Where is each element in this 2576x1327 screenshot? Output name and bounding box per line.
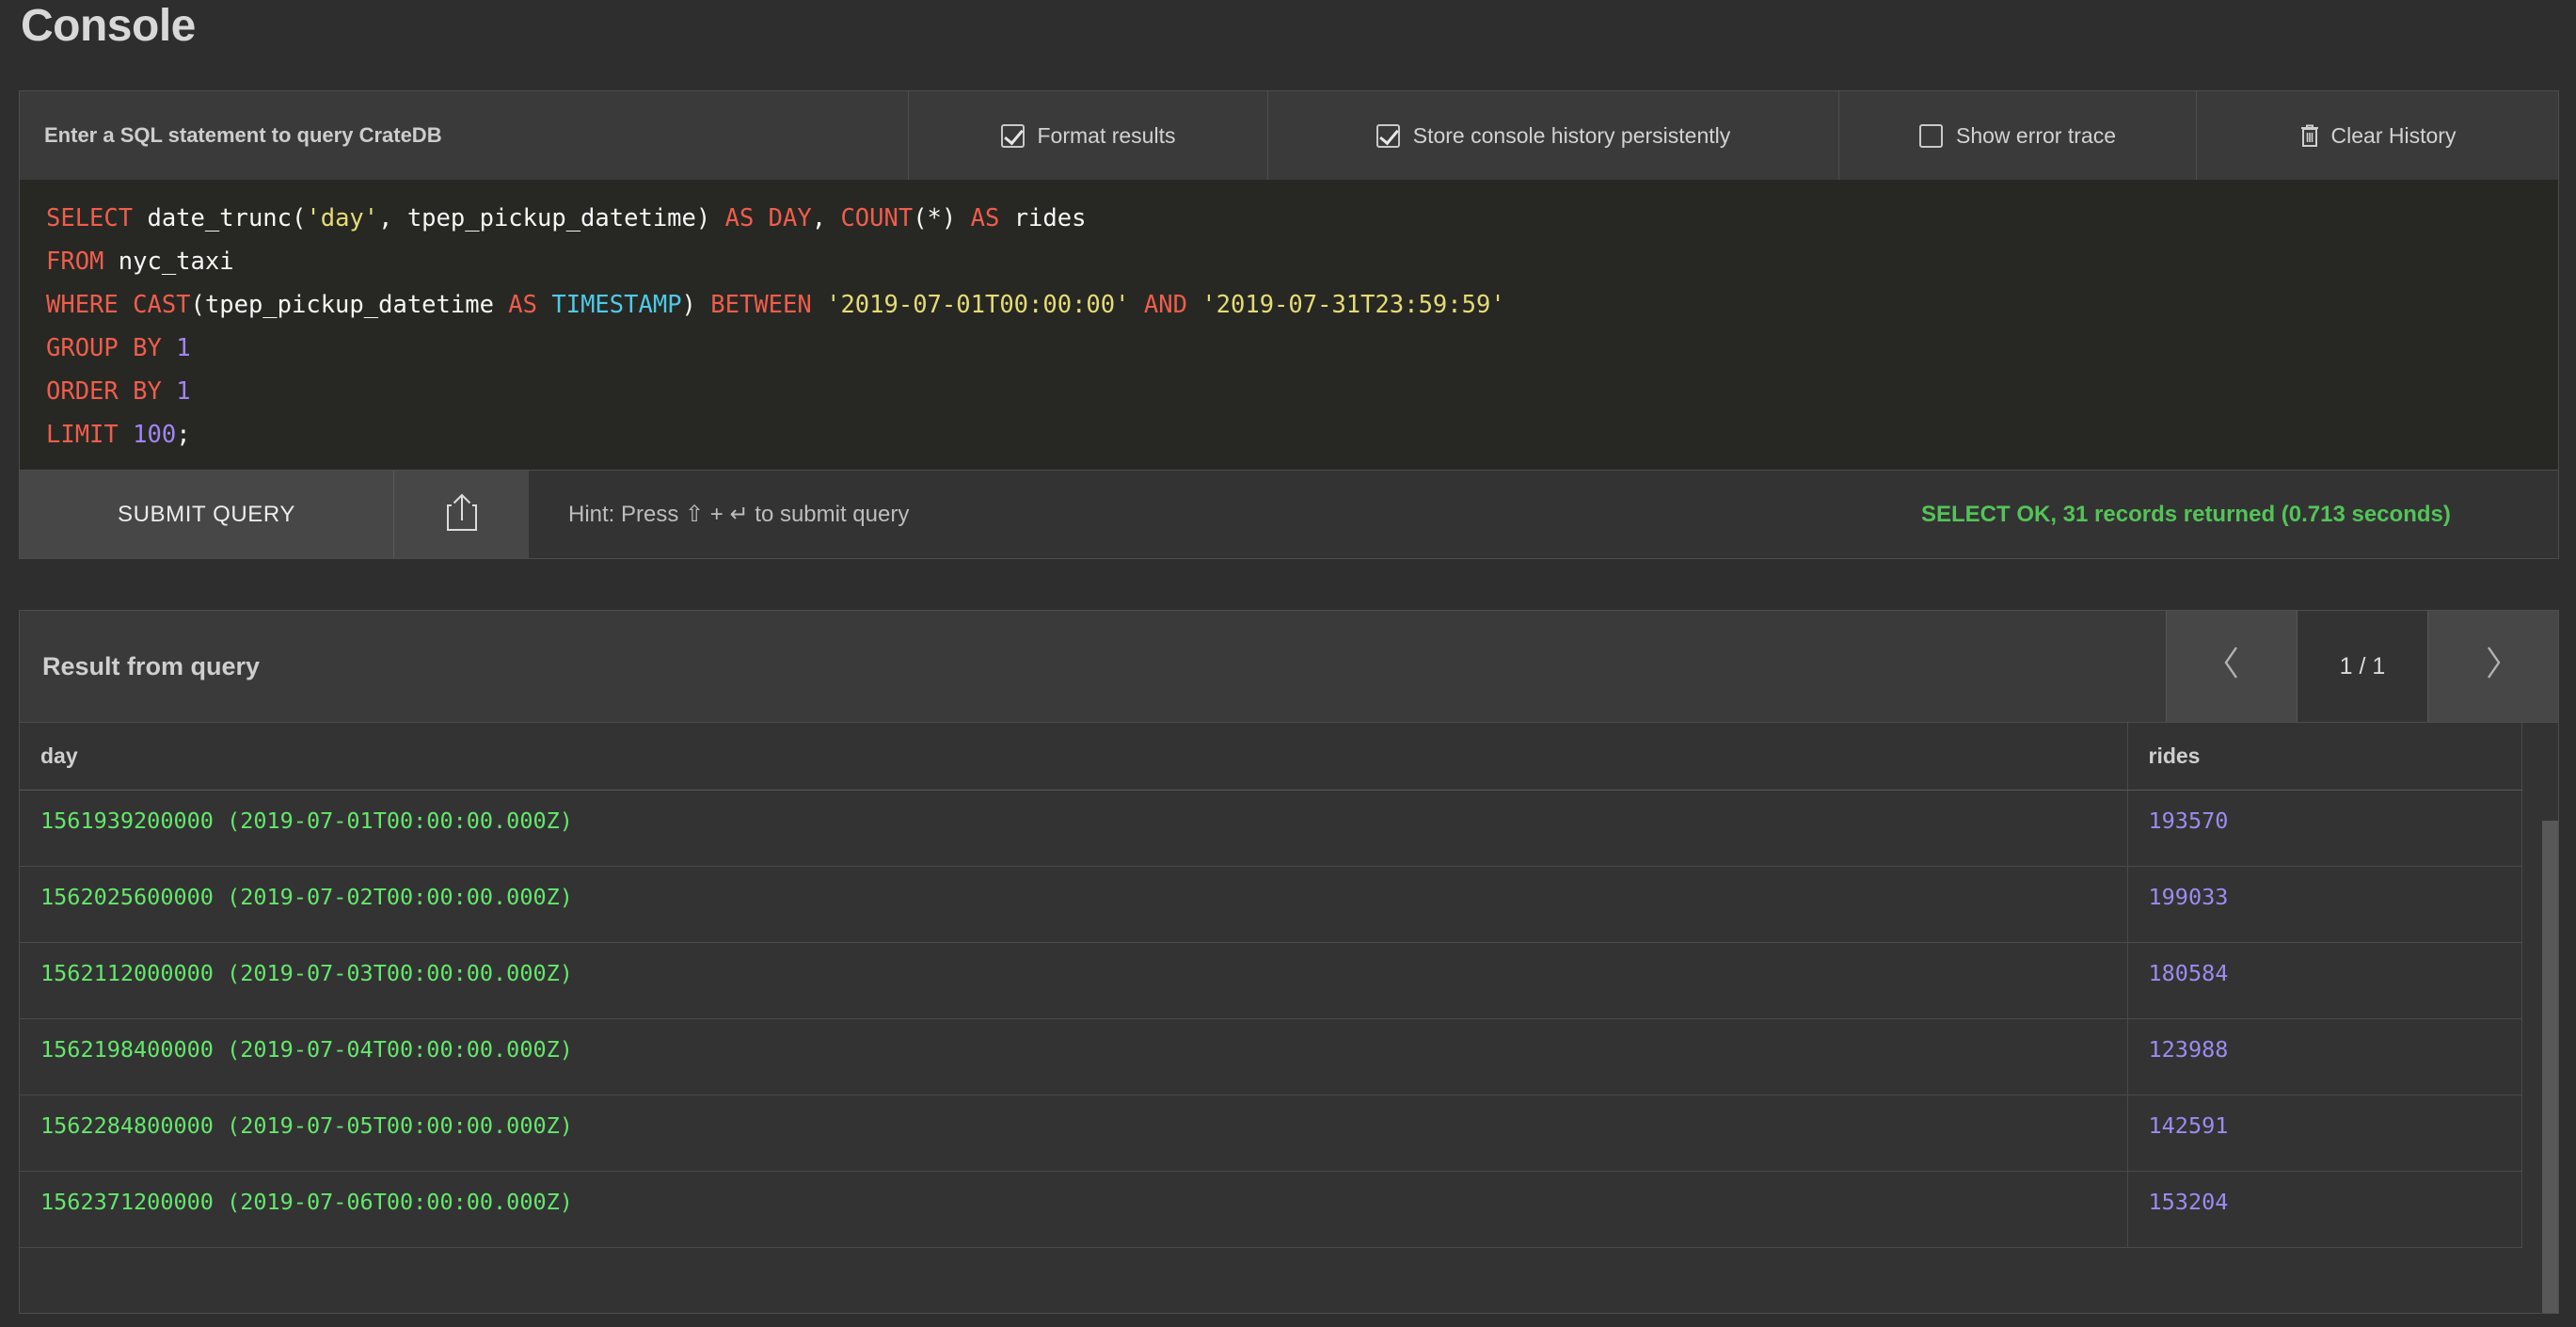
- console-prompt-label: Enter a SQL statement to query CrateDB: [44, 123, 442, 147]
- pagination-indicator: 1 / 1: [2297, 611, 2427, 722]
- results-title: Result from query: [42, 651, 261, 680]
- table-row: 1562198400000 (2019-07-04T00:00:00.000Z)…: [20, 1018, 2522, 1095]
- sql-token: '2019-07-31T23:59:59': [1201, 291, 1505, 319]
- results-header: Result from query 1 / 1: [20, 611, 2558, 723]
- sql-token: rides: [999, 204, 1087, 232]
- option-show-error-trace[interactable]: Show error trace: [1838, 91, 2196, 180]
- option-store-history[interactable]: Store console history persistently: [1267, 91, 1838, 180]
- sql-token: GROUP BY: [46, 334, 162, 362]
- share-query-button[interactable]: [394, 471, 529, 558]
- checkbox-store-history[interactable]: [1375, 123, 1400, 148]
- console-page: Console Enter a SQL statement to query C…: [0, 0, 2576, 1327]
- sql-line: ORDER BY 1: [46, 370, 2558, 413]
- sql-token: ,: [811, 204, 841, 232]
- table-row: 1562284800000 (2019-07-05T00:00:00.000Z)…: [20, 1095, 2522, 1172]
- sql-token: nyc_taxi: [103, 248, 234, 276]
- sql-line: LIMIT 100;: [46, 413, 2558, 456]
- share-upload-icon: [446, 492, 478, 536]
- sql-token: ORDER BY: [46, 377, 162, 406]
- option-show-error-trace-label: Show error trace: [1955, 122, 2116, 148]
- sql-token: AS: [970, 204, 1000, 232]
- sql-token: 1: [176, 377, 191, 406]
- submit-bar: SUBMIT QUERY Hint: Press ⇧ + ↵ to submit…: [20, 470, 2558, 558]
- clear-history-button[interactable]: Clear History: [2196, 91, 2558, 180]
- sql-token: 'day': [306, 204, 379, 232]
- sql-token: TIMESTAMP: [551, 291, 682, 319]
- cell-rides: 153204: [2127, 1171, 2522, 1248]
- cell-day: 1562198400000 (2019-07-04T00:00:00.000Z): [20, 1018, 2128, 1095]
- sql-token: AS: [508, 291, 538, 319]
- cell-rides: 199033: [2127, 866, 2522, 943]
- table-row: 1562025600000 (2019-07-02T00:00:00.000Z)…: [20, 866, 2522, 943]
- sql-token: AND: [1143, 291, 1187, 319]
- checkbox-show-error-trace[interactable]: [1918, 123, 1943, 148]
- cell-rides: 123988: [2127, 1018, 2522, 1095]
- cell-day: 1561939200000 (2019-07-01T00:00:00.000Z): [20, 790, 2128, 867]
- sql-token: AS DAY: [724, 204, 812, 232]
- column-header-day[interactable]: day: [20, 723, 2128, 791]
- cell-rides: 180584: [2127, 942, 2522, 1019]
- cell-rides: 193570: [2127, 790, 2522, 867]
- pagination-next-button[interactable]: [2427, 611, 2558, 722]
- clear-history-label: Clear History: [2330, 122, 2457, 148]
- submit-query-button[interactable]: SUBMIT QUERY: [20, 471, 394, 558]
- sql-console-panel: Enter a SQL statement to query CrateDB F…: [19, 90, 2559, 559]
- cell-day: 1562284800000 (2019-07-05T00:00:00.000Z): [20, 1095, 2128, 1172]
- sql-line: FROM nyc_taxi: [46, 240, 2558, 283]
- sql-token: (*): [913, 204, 971, 232]
- sql-line: SELECT date_trunc('day', tpep_pickup_dat…: [46, 197, 2558, 240]
- sql-token: ;: [176, 421, 191, 449]
- option-format-results-label: Format results: [1037, 122, 1176, 148]
- pagination-prev-button[interactable]: [2166, 611, 2297, 722]
- table-row: 1561939200000 (2019-07-01T00:00:00.000Z)…: [20, 790, 2522, 867]
- sql-line: GROUP BY 1: [46, 327, 2558, 370]
- cell-rides: 142591: [2127, 1095, 2522, 1172]
- chevron-right-icon: [2481, 642, 2505, 692]
- sql-token: LIMIT: [46, 421, 119, 449]
- sql-token: 100: [133, 421, 177, 449]
- table-row: 1562371200000 (2019-07-06T00:00:00.000Z)…: [20, 1171, 2522, 1248]
- checkbox-format-results[interactable]: [1000, 123, 1025, 148]
- table-header-row: day rides: [20, 723, 2522, 791]
- submit-hint-area: Hint: Press ⇧ + ↵ to submit query SELECT…: [529, 471, 2558, 558]
- query-status-message: SELECT OK, 31 records returned (0.713 se…: [1921, 501, 2451, 527]
- option-format-results[interactable]: Format results: [908, 91, 1267, 180]
- sql-token: , tpep_pickup_datetime): [378, 204, 725, 232]
- cell-day: 1562371200000 (2019-07-06T00:00:00.000Z): [20, 1171, 2128, 1248]
- sql-token: ): [681, 291, 711, 319]
- sql-editor[interactable]: SELECT date_trunc('day', tpep_pickup_dat…: [20, 180, 2558, 470]
- column-header-rides[interactable]: rides: [2127, 723, 2522, 791]
- console-toolbar: Enter a SQL statement to query CrateDB F…: [20, 91, 2558, 180]
- chevron-left-icon: [2219, 642, 2244, 692]
- cell-day: 1562025600000 (2019-07-02T00:00:00.000Z): [20, 866, 2128, 943]
- option-store-history-label: Store console history persistently: [1412, 122, 1731, 148]
- sql-token: 1: [176, 334, 191, 362]
- sql-token: COUNT: [840, 204, 914, 232]
- sql-token: FROM: [46, 248, 104, 276]
- sql-token: (tpep_pickup_datetime: [190, 291, 509, 319]
- sql-token: BETWEEN: [710, 291, 812, 319]
- table-row: 1562112000000 (2019-07-03T00:00:00.000Z)…: [20, 942, 2522, 1019]
- results-panel: Result from query 1 / 1 day rides 156193…: [19, 610, 2559, 1314]
- sql-token: SELECT: [46, 204, 134, 232]
- results-table: day rides 1561939200000 (2019-07-01T00:0…: [20, 723, 2522, 1248]
- sql-token: date_trunc(: [133, 204, 307, 232]
- cell-day: 1562112000000 (2019-07-03T00:00:00.000Z): [20, 942, 2128, 1019]
- sql-token: WHERE CAST: [46, 291, 191, 319]
- submit-hint-text: Hint: Press ⇧ + ↵ to submit query: [568, 502, 910, 527]
- sql-token: '2019-07-01T00:00:00': [826, 291, 1130, 319]
- page-title: Console: [21, 1, 196, 51]
- trash-icon: [2299, 123, 2320, 148]
- results-table-wrapper: day rides 1561939200000 (2019-07-01T00:0…: [20, 723, 2558, 1313]
- results-vertical-scrollbar[interactable]: [2542, 821, 2558, 1313]
- sql-line: WHERE CAST(tpep_pickup_datetime AS TIMES…: [46, 283, 2558, 327]
